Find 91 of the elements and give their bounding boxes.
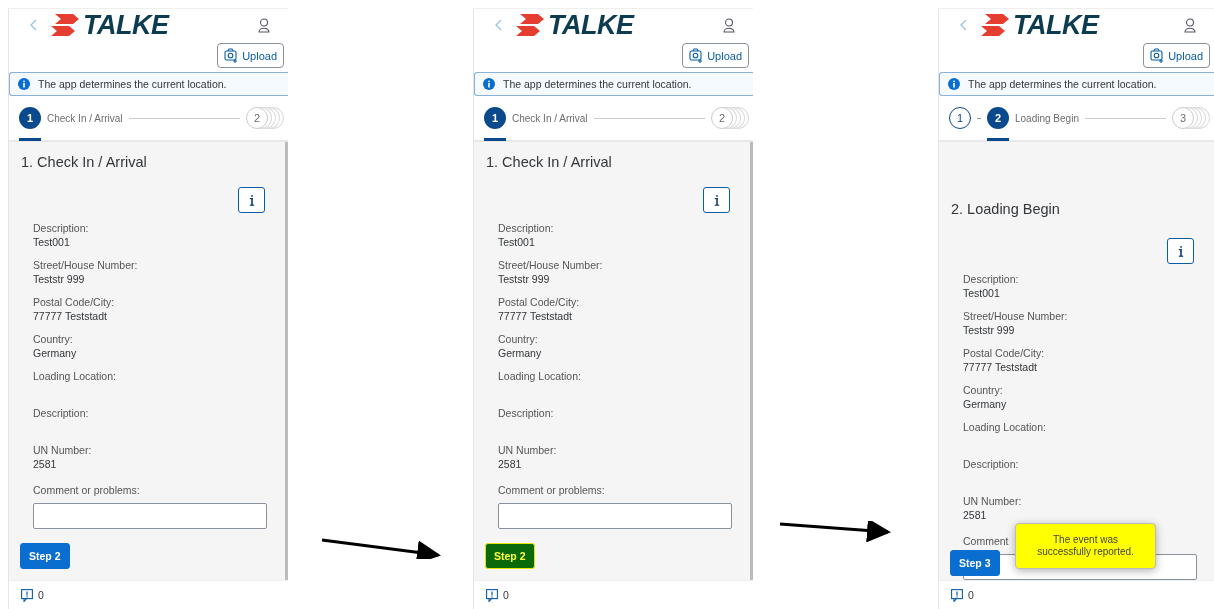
step-label: Check In / Arrival [47, 112, 123, 124]
field-label: Description: [33, 221, 90, 235]
logo-text: TALKE [1013, 11, 1099, 39]
field-value: 77777 Teststadt [498, 309, 573, 323]
field-label: Loading Location: [963, 420, 1047, 434]
step-underline [19, 138, 41, 141]
field-value: Teststr 999 [33, 272, 86, 286]
field-value: Test001 [33, 235, 71, 249]
step-circle[interactable]: 2 [987, 107, 1009, 129]
field-label: Loading Location: [33, 369, 117, 383]
camera-icon [689, 47, 704, 64]
field-value: Germany [963, 397, 1008, 411]
step-circle[interactable]: 1 [484, 107, 506, 129]
field-value: Test001 [963, 286, 1001, 300]
step-button[interactable]: Step 2 [20, 543, 70, 569]
info-icon [483, 78, 495, 90]
step-label: Check In / Arrival [512, 112, 588, 124]
field-label: Description: [33, 406, 90, 420]
field-label: Description: [498, 406, 555, 420]
field-label: UN Number: [33, 443, 93, 457]
camera-icon [224, 47, 239, 64]
field-label: UN Number: [963, 494, 1023, 508]
info-i-icon [1176, 245, 1185, 257]
field-label: Street/House Number: [963, 309, 1069, 323]
field-label: Loading Location: [498, 369, 582, 383]
upload-button[interactable]: Upload [217, 43, 284, 68]
info-icon [948, 78, 960, 90]
field-value: Germany [498, 346, 543, 360]
message-icon[interactable] [486, 588, 498, 602]
field-label: Postal Code/City: [498, 295, 581, 309]
field-value: Germany [33, 346, 78, 360]
step-button[interactable]: Step 3 [950, 550, 1000, 576]
info-button[interactable] [1167, 238, 1194, 264]
field-label: UN Number: [498, 443, 558, 457]
section-title: 2. Loading Begin [951, 200, 1061, 219]
logo-stripes-icon [979, 14, 1009, 36]
field-value: 2581 [963, 508, 988, 522]
info-button[interactable] [238, 187, 265, 213]
step-label: Loading Begin [1015, 112, 1079, 124]
field-label: Comment [963, 534, 1009, 548]
comment-field[interactable] [498, 503, 732, 529]
info-i-icon [247, 194, 256, 206]
field-label: Description: [963, 272, 1020, 286]
info-button[interactable] [703, 187, 730, 213]
field-value: Test001 [498, 235, 536, 249]
field-label: Country: [963, 383, 1004, 397]
message-count: 0 [38, 589, 44, 601]
field-label: Postal Code/City: [33, 295, 116, 309]
user-icon[interactable] [258, 17, 270, 33]
user-icon[interactable] [1184, 17, 1196, 33]
logo-text: TALKE [548, 11, 634, 39]
section-title: 1. Check In / Arrival [486, 153, 613, 172]
camera-icon [1150, 47, 1165, 64]
field-label: Comment or problems: [33, 483, 140, 497]
field-label: Description: [963, 457, 1020, 471]
field-label: Comment or problems: [498, 483, 605, 497]
comment-field[interactable] [33, 503, 267, 529]
step-underline [484, 138, 506, 141]
field-label: Description: [498, 221, 555, 235]
field-label: Country: [33, 332, 74, 346]
section-title: 1. Check In / Arrival [21, 153, 148, 172]
message-icon[interactable] [951, 588, 963, 602]
user-icon[interactable] [723, 17, 735, 33]
logo-stripes-icon [514, 14, 544, 36]
step-button[interactable]: Step 2 [485, 543, 535, 569]
field-label: Country: [498, 332, 539, 346]
step-circle[interactable]: 1 [949, 107, 971, 129]
message-icon[interactable] [21, 588, 33, 602]
info-i-icon [712, 194, 721, 206]
info-text: The app determines the current location. [38, 78, 227, 90]
message-count: 0 [503, 589, 509, 601]
field-value: 2581 [33, 457, 58, 471]
field-value: 77777 Teststadt [963, 360, 1038, 374]
field-label: Postal Code/City: [963, 346, 1046, 360]
logo-text: TALKE [83, 11, 169, 39]
field-value: 2581 [498, 457, 523, 471]
field-value: Teststr 999 [963, 323, 1016, 337]
step-underline [987, 138, 1009, 141]
field-value: Teststr 999 [498, 272, 551, 286]
field-label: Street/House Number: [498, 258, 604, 272]
field-label: Street/House Number: [33, 258, 139, 272]
info-text: The app determines the current location. [968, 78, 1157, 90]
toast-message: The event was successfully reported. [1015, 523, 1156, 569]
upload-button[interactable]: Upload [1143, 43, 1210, 68]
message-count: 0 [968, 589, 974, 601]
upload-button[interactable]: Upload [682, 43, 749, 68]
info-icon [18, 78, 30, 90]
step-circle[interactable]: 1 [19, 107, 41, 129]
logo-stripes-icon [49, 14, 79, 36]
info-text: The app determines the current location. [503, 78, 692, 90]
field-value: 77777 Teststadt [33, 309, 108, 323]
